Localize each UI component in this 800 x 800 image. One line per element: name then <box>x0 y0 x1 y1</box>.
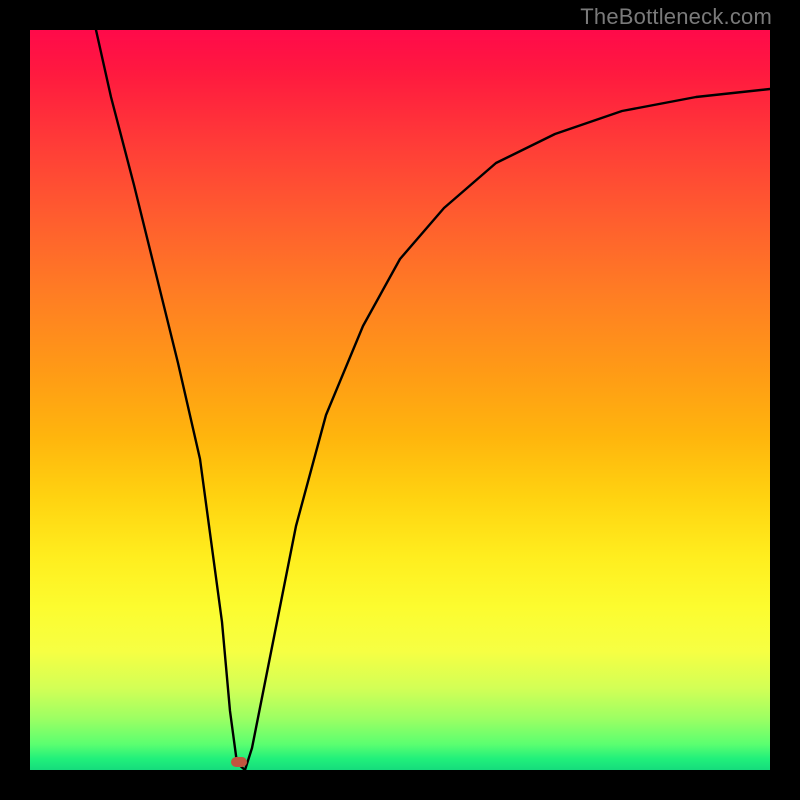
chart-frame: TheBottleneck.com <box>0 0 800 800</box>
plot-area <box>30 30 770 770</box>
bottleneck-curve <box>96 30 770 770</box>
curve-svg <box>30 30 770 770</box>
watermark-text: TheBottleneck.com <box>580 4 772 30</box>
optimum-marker <box>231 757 247 767</box>
